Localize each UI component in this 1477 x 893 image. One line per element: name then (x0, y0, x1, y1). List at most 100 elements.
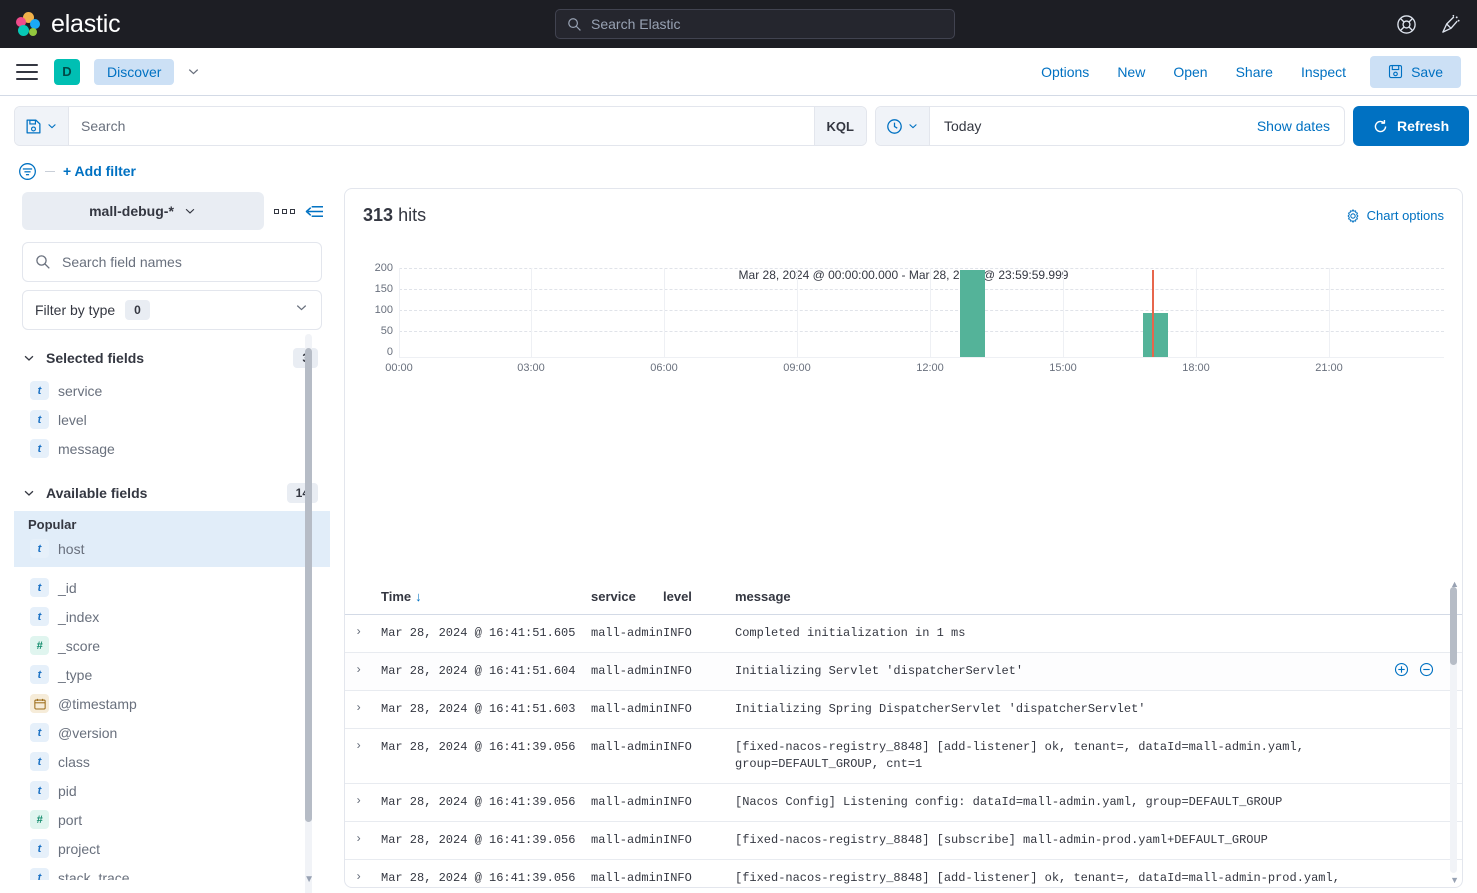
nav-link-share[interactable]: Share (1222, 58, 1287, 86)
field-item-_score[interactable]: # _score (22, 631, 330, 660)
field-list-scroll-down-arrow[interactable]: ▼ (304, 874, 314, 885)
refresh-button[interactable]: Refresh (1353, 106, 1470, 146)
field-item-level[interactable]: t level (22, 405, 330, 434)
column-header-time[interactable]: Time ↓ (381, 589, 591, 604)
date-range-value[interactable]: Today (930, 118, 1257, 134)
filter-by-type-label: Filter by type (35, 302, 116, 318)
table-row[interactable]: › Mar 28, 2024 @ 16:41:39.056 mall-admin… (345, 784, 1462, 822)
expand-row-icon[interactable]: › (345, 701, 381, 718)
table-scroll-down-arrow[interactable]: ▼ (1450, 875, 1459, 885)
save-button[interactable]: Save (1370, 55, 1461, 88)
field-item-_index[interactable]: t _index (22, 602, 330, 631)
avatar[interactable]: D (54, 58, 80, 85)
show-dates-button[interactable]: Show dates (1257, 118, 1344, 134)
x-axis-labels: 00:00 03:00 06:00 09:00 12:00 15:00 18:0… (385, 362, 1444, 378)
nav-link-open[interactable]: Open (1159, 58, 1221, 86)
field-item-_type[interactable]: t _type (22, 660, 330, 689)
field-item-message[interactable]: t message (22, 434, 330, 463)
field-item-class[interactable]: t class (22, 747, 330, 776)
help-icon[interactable] (1395, 13, 1417, 35)
cell-time: Mar 28, 2024 @ 16:41:39.056 (381, 871, 576, 885)
field-item-_id[interactable]: t _id (22, 573, 330, 602)
field-item-stack_trace[interactable]: t stack_trace (22, 863, 330, 880)
column-header-service[interactable]: service (591, 589, 663, 604)
histogram-chart[interactable]: 200 150 100 50 0 00:00 03:00 06:00 09:00… (363, 262, 1444, 413)
table-row[interactable]: › Mar 28, 2024 @ 16:41:39.056 mall-admin… (345, 729, 1462, 784)
table-scrollbar[interactable] (1450, 587, 1457, 873)
filter-icon[interactable] (18, 162, 37, 181)
field-list-scrollbar[interactable] (305, 334, 312, 893)
cell-message: Completed initialization in 1 ms (735, 626, 966, 640)
index-pattern-menu-icon[interactable] (274, 208, 295, 214)
x-tick: 00:00 (385, 362, 413, 374)
field-name: level (58, 411, 87, 428)
expand-row-icon[interactable]: › (345, 832, 381, 849)
index-pattern-name: mall-debug-* (89, 203, 174, 219)
hamburger-icon[interactable] (16, 63, 38, 80)
elastic-logo[interactable]: elastic (0, 10, 121, 39)
column-header-level[interactable]: level (663, 589, 735, 604)
field-type-string-icon: t (30, 578, 49, 597)
selected-fields-label: Selected fields (46, 350, 145, 366)
expand-row-icon[interactable]: › (345, 739, 381, 773)
field-type-string-icon: t (30, 781, 49, 800)
field-item-project[interactable]: t project (22, 834, 330, 863)
field-item-pid[interactable]: t pid (22, 776, 330, 805)
global-search-input[interactable]: Search Elastic (555, 9, 955, 39)
field-item-port[interactable]: # port (22, 805, 330, 834)
table-row[interactable]: › Mar 28, 2024 @ 16:41:39.056 mall-admin… (345, 822, 1462, 860)
nav-link-new[interactable]: New (1103, 58, 1159, 86)
histogram-bar[interactable] (960, 270, 985, 357)
cell-service: mall-admin (591, 740, 664, 754)
field-search-placeholder: Search field names (62, 254, 182, 270)
nav-link-inspect[interactable]: Inspect (1287, 58, 1360, 86)
sort-desc-icon: ↓ (415, 589, 422, 604)
breadcrumb[interactable]: Discover (94, 58, 175, 85)
table-row[interactable]: › Mar 28, 2024 @ 16:41:51.603 mall-admin… (345, 691, 1462, 729)
index-pattern-selector[interactable]: mall-debug-* (22, 192, 264, 230)
field-search-input[interactable]: Search field names (22, 242, 322, 282)
query-language-button[interactable]: KQL (813, 107, 866, 145)
search-input[interactable]: Search (69, 107, 814, 145)
date-quick-select-button[interactable] (876, 107, 930, 145)
table-row[interactable]: › Mar 28, 2024 @ 16:41:51.605 mall-admin… (345, 615, 1462, 653)
field-item-version[interactable]: t @version (22, 718, 330, 747)
field-name: @timestamp (58, 695, 137, 712)
field-item-service[interactable]: t service (22, 376, 330, 405)
field-item-timestamp[interactable]: @timestamp (22, 689, 330, 718)
cell-service: mall-admin (591, 833, 664, 847)
filter-by-type-select[interactable]: Filter by type 0 (22, 290, 322, 330)
table-row[interactable]: › Mar 28, 2024 @ 16:41:51.604 mall-admin… (345, 653, 1462, 691)
gridline-v (531, 268, 532, 357)
field-item-host[interactable]: t host (22, 534, 330, 563)
filter-for-value-icon[interactable] (1394, 662, 1409, 677)
gridline-v (1063, 268, 1064, 357)
expand-row-icon[interactable]: › (345, 870, 381, 887)
clock-icon (887, 118, 902, 134)
add-filter-button[interactable]: + Add filter (63, 163, 136, 179)
gridline-h (399, 310, 1444, 311)
chart-options-button[interactable]: Chart options (1346, 208, 1444, 223)
cell-message: [Nacos Config] Listening config: dataId=… (735, 795, 1283, 809)
selected-fields-header[interactable]: Selected fields 3 (22, 340, 330, 376)
column-header-message[interactable]: message (735, 589, 1462, 604)
table-row[interactable]: › Mar 28, 2024 @ 16:41:39.056 mall-admin… (345, 860, 1462, 887)
x-tick: 12:00 (916, 362, 944, 374)
nav-link-options[interactable]: Options (1027, 58, 1103, 86)
field-name: @version (58, 724, 118, 741)
histogram-bar[interactable] (1143, 313, 1168, 357)
chevron-down-icon (24, 355, 34, 361)
expand-row-icon[interactable]: › (345, 625, 381, 642)
cell-service: mall-admin (591, 871, 664, 885)
chart-header: 313 hits Chart options (345, 189, 1462, 230)
cell-level: INFO (663, 871, 692, 885)
expand-row-icon[interactable]: › (345, 663, 381, 680)
breadcrumb-chevron-down-icon[interactable] (186, 64, 201, 79)
collapse-sidebar-icon[interactable] (305, 203, 324, 220)
announcements-icon[interactable] (1439, 13, 1461, 35)
field-type-number-icon: # (30, 636, 49, 655)
expand-row-icon[interactable]: › (345, 794, 381, 811)
saved-query-button[interactable] (15, 107, 69, 145)
filter-out-value-icon[interactable] (1419, 662, 1434, 677)
available-fields-header[interactable]: Available fields 14 (22, 475, 330, 511)
